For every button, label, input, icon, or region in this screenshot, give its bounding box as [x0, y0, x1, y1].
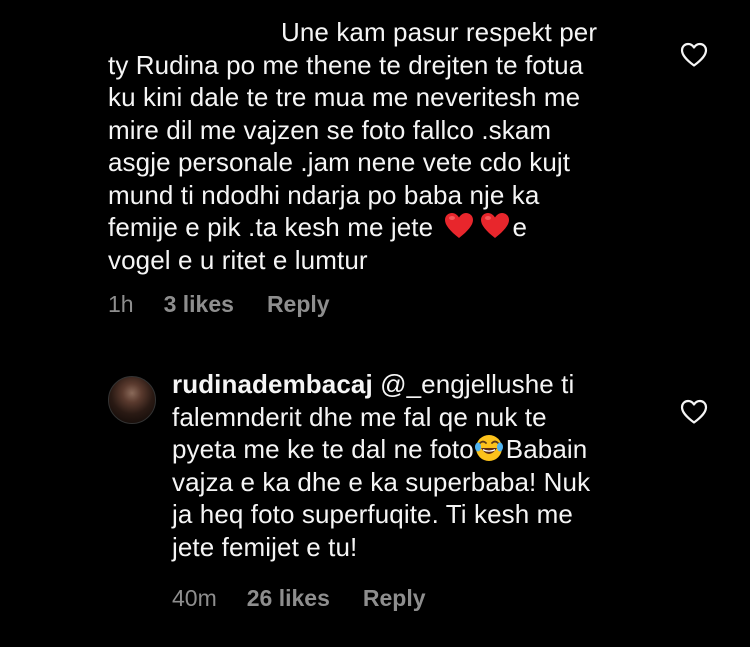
heart-outline-icon[interactable] [680, 42, 708, 68]
comment-line: asgje personale .jam nene vete cdo kujt [108, 147, 571, 177]
comment-line: mire dil me vajzen se foto fallco .skam [108, 114, 552, 145]
comment-time: 40m [172, 584, 217, 611]
comment-line: ty Rudina po me thene te drejten te fotu… [108, 49, 584, 80]
avatar[interactable] [108, 376, 156, 424]
comment-line: falemnderit dhe me fal qe nuk te [172, 401, 547, 432]
comment-time: 1h [108, 290, 134, 317]
comment-line: Babain [505, 434, 588, 464]
comment-line: ku kini dale te tre mua me neveritesh me [108, 82, 581, 112]
comment-line: e [512, 212, 528, 242]
comment-line: Une kam pasur respekt per [281, 17, 598, 47]
comment-line: @_engjellushe ti [372, 369, 575, 399]
likes-count[interactable]: 26 likes [247, 585, 330, 612]
comment-line: mund ti ndodhi ndarja po baba nje ka [108, 179, 540, 210]
comment-meta: 40m 26 likes Reply [172, 583, 426, 613]
username[interactable]: rudinadembacaj [172, 369, 373, 399]
red-heart-emoji [480, 213, 509, 238]
comment-meta: 1h 3 likes Reply [108, 289, 330, 319]
comment-line: jete femijet e tu! [172, 531, 358, 562]
comment-text: rudinadembacaj @_engjellushe ti falemnder… [172, 368, 662, 563]
comment-line: ja heq foto superfuqite. Ti kesh me [172, 499, 573, 529]
reply-button[interactable]: Reply [267, 291, 330, 318]
comment-line: pyeta me ke te dal ne foto [172, 434, 474, 464]
comment-text: Une kam pasur respekt per ty Rudina po me… [108, 16, 668, 276]
comment-line: vogel e u ritet e lumtur [108, 244, 368, 275]
comment-line: vajza e ka dhe e ka superbaba! Nuk [172, 466, 591, 497]
red-heart-emoji [444, 213, 473, 238]
comment-line: femije e pik .ta kesh me jete [108, 212, 434, 242]
likes-count[interactable]: 3 likes [164, 291, 234, 318]
heart-outline-icon[interactable] [680, 399, 708, 425]
tears-of-joy-emoji [474, 435, 503, 461]
reply-button[interactable]: Reply [363, 585, 426, 612]
